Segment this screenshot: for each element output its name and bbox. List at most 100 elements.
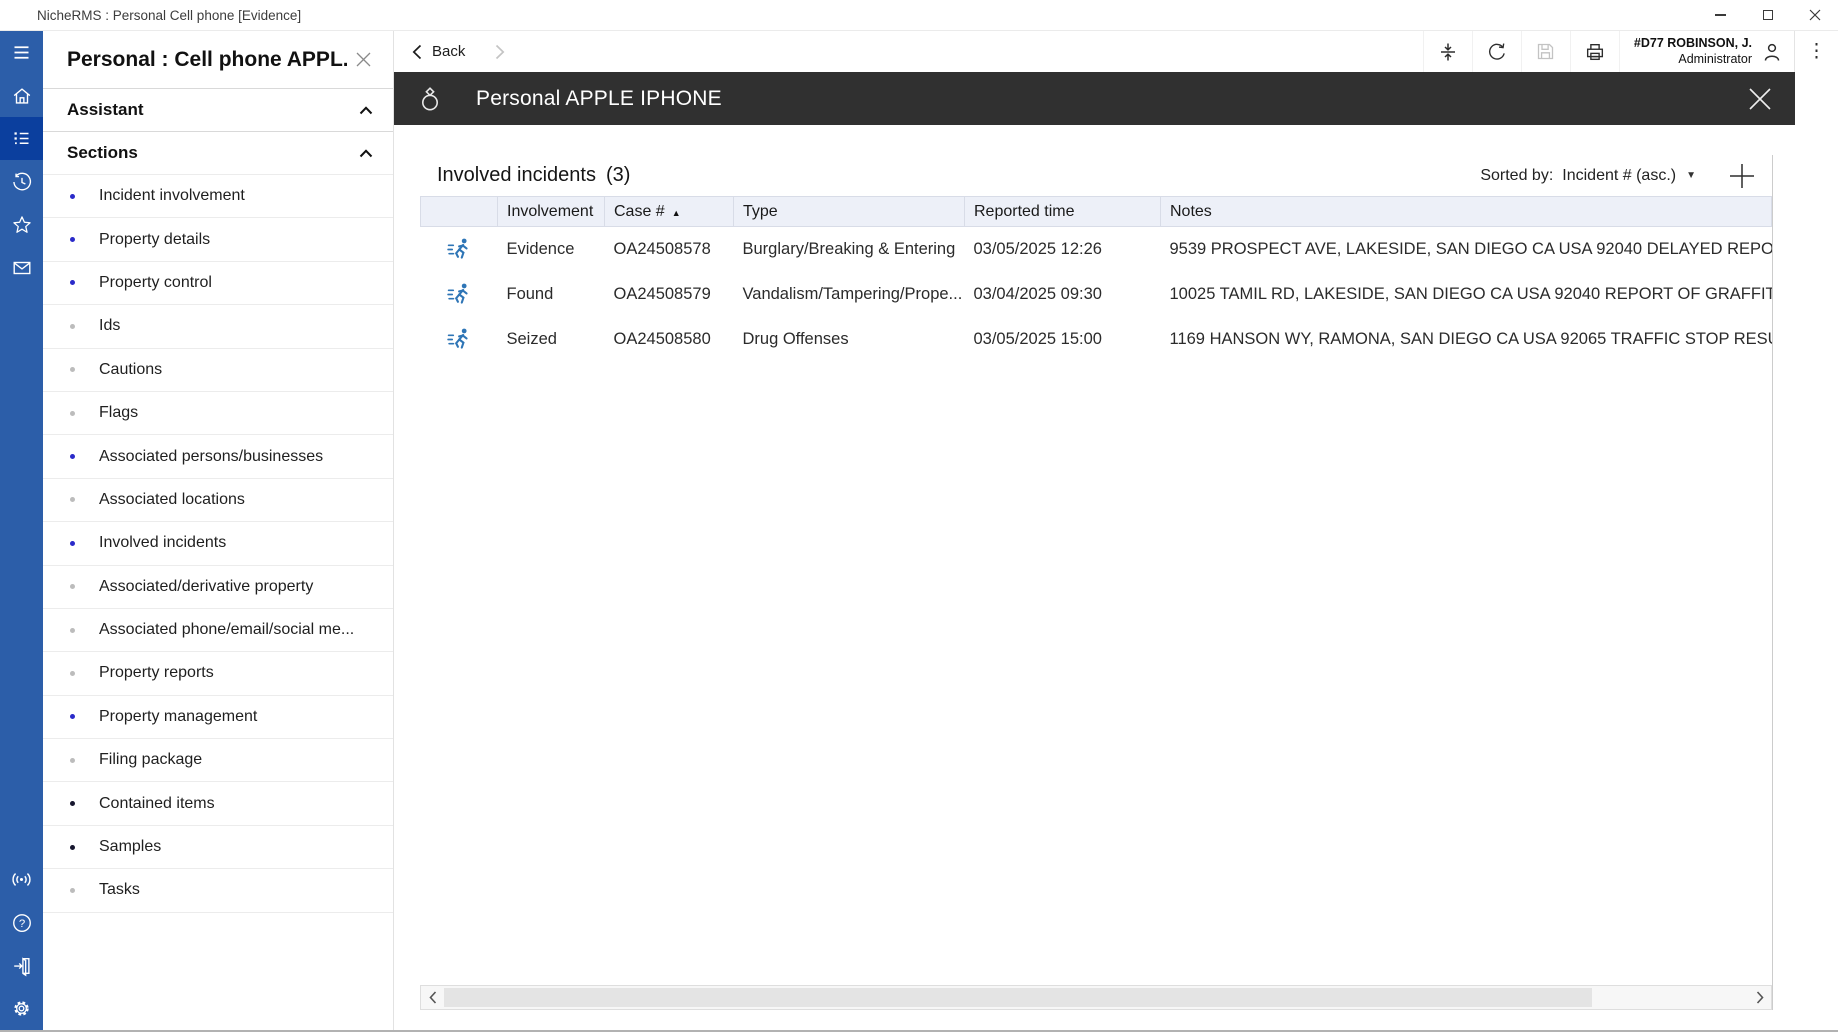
nav-rail: ? [0,31,43,1030]
bullet-icon [70,280,75,285]
column-header-involvement[interactable]: Involvement [498,197,605,227]
chevron-left-icon [429,991,437,1004]
collapse-button[interactable] [1423,31,1472,72]
list-count: (3) [606,164,630,187]
section-item-property-details[interactable]: Property details [43,218,393,261]
back-button[interactable]: Back [412,43,465,60]
incident-icon-cell [421,317,498,362]
column-header-case[interactable]: Case # ▲ [605,197,734,227]
section-item-filing-package[interactable]: Filing package [43,739,393,782]
app-logo-icon: N [9,6,27,24]
sort-dropdown[interactable]: Sorted by: Incident # (asc.) ▼ [1480,167,1696,185]
assistant-group-header[interactable]: Assistant [43,88,393,131]
section-item-ids[interactable]: Ids [43,305,393,348]
cell-notes: 1169 HANSON WY, RAMONA, SAN DIEGO CA USA… [1161,317,1772,362]
caret-down-icon: ▼ [1686,170,1696,181]
print-button[interactable] [1570,31,1619,72]
minimize-icon [1715,14,1726,15]
back-label: Back [432,43,465,60]
user-menu-button[interactable]: #D77 ROBINSON, J. Administrator [1619,31,1794,72]
section-item-contained-items[interactable]: Contained items [43,782,393,825]
bullet-icon [70,888,75,893]
cell-reported-time: 03/05/2025 12:26 [965,227,1161,272]
section-item-involved-incidents[interactable]: Involved incidents [43,522,393,565]
cell-involvement: Evidence [498,227,605,272]
incident-runner-icon [446,281,473,308]
incident-icon-cell [421,227,498,272]
minimize-button[interactable] [1697,0,1744,30]
section-item-flags[interactable]: Flags [43,392,393,435]
column-header-reported-time[interactable]: Reported time [965,197,1161,227]
panel-header: Personal : Cell phone APPL... [43,31,393,88]
close-window-button[interactable] [1791,0,1838,30]
section-item-label: Property details [99,231,210,249]
section-item-label: Associated phone/email/social me... [99,621,354,639]
involved-incidents-card: Involved incidents (3) Sorted by: Incide… [420,155,1773,1010]
bullet-icon [70,801,75,806]
refresh-button[interactable] [1472,31,1521,72]
home-button[interactable] [0,74,43,117]
cell-case: OA24508580 [605,317,734,362]
bullet-icon [70,194,75,199]
scrollbar-thumb[interactable] [444,988,1592,1007]
incident-row[interactable]: Evidence OA24508578 Burglary/Breaking & … [421,227,1772,272]
section-item-property-control[interactable]: Property control [43,262,393,305]
section-item-property-management[interactable]: Property management [43,696,393,739]
section-item-cautions[interactable]: Cautions [43,349,393,392]
property-ring-icon [417,85,443,113]
incident-row[interactable]: Seized OA24508580 Drug Offenses 03/05/20… [421,317,1772,362]
section-item-label: Associated/derivative property [99,578,313,596]
scroll-left-button[interactable] [421,986,444,1009]
records-list-button[interactable] [0,117,43,160]
toolbar: Back [394,31,1838,72]
sort-ascending-icon: ▲ [672,208,681,218]
menu-button[interactable] [0,31,43,74]
forward-button[interactable] [495,44,505,60]
save-button[interactable] [1521,31,1570,72]
panel-close-button[interactable] [347,44,379,76]
assistant-label: Assistant [67,100,144,120]
add-incident-button[interactable] [1724,158,1760,194]
section-item-associated-persons[interactable]: Associated persons/businesses [43,435,393,478]
section-item-property-reports[interactable]: Property reports [43,652,393,695]
user-name: #D77 ROBINSON, J. [1634,36,1752,52]
workspace: Back [394,31,1838,1030]
broadcast-button[interactable] [0,858,43,901]
horizontal-scrollbar[interactable] [420,985,1772,1010]
scroll-right-button[interactable] [1748,986,1771,1009]
bullet-icon [70,714,75,719]
help-icon: ? [11,912,33,934]
section-item-associated-locations[interactable]: Associated locations [43,479,393,522]
section-item-tasks[interactable]: Tasks [43,869,393,912]
column-header-icon[interactable] [421,197,498,227]
incident-runner-icon [446,326,473,353]
records-list-icon [11,128,32,149]
record-close-button[interactable] [1739,78,1781,120]
history-button[interactable] [0,160,43,203]
maximize-button[interactable] [1744,0,1791,30]
settings-button[interactable] [0,987,43,1030]
section-item-label: Property reports [99,664,214,682]
user-role: Administrator [1634,52,1752,68]
section-item-associated-phone-email[interactable]: Associated phone/email/social me... [43,609,393,652]
printer-icon [1584,41,1606,63]
user-info: #D77 ROBINSON, J. Administrator [1634,36,1752,67]
incident-row[interactable]: Found OA24508579 Vandalism/Tampering/Pro… [421,272,1772,317]
help-button[interactable]: ? [0,901,43,944]
section-item-associated-derivative-property[interactable]: Associated/derivative property [43,566,393,609]
bullet-icon [70,237,75,242]
mail-button[interactable] [0,246,43,289]
section-item-samples[interactable]: Samples [43,826,393,869]
logout-button[interactable] [0,944,43,987]
section-item-incident-involvement[interactable]: Incident involvement [43,175,393,218]
bullet-icon [70,541,75,546]
favorites-button[interactable] [0,203,43,246]
section-item-label: Filing package [99,751,202,769]
column-header-notes[interactable]: Notes [1161,197,1772,227]
sections-group-header[interactable]: Sections [43,131,393,174]
overflow-menu-button[interactable]: ⋮ [1794,31,1838,72]
mail-icon [11,257,33,279]
scrollbar-track[interactable] [444,986,1748,1009]
column-header-type[interactable]: Type [734,197,965,227]
case-header-label: Case # [614,203,665,220]
